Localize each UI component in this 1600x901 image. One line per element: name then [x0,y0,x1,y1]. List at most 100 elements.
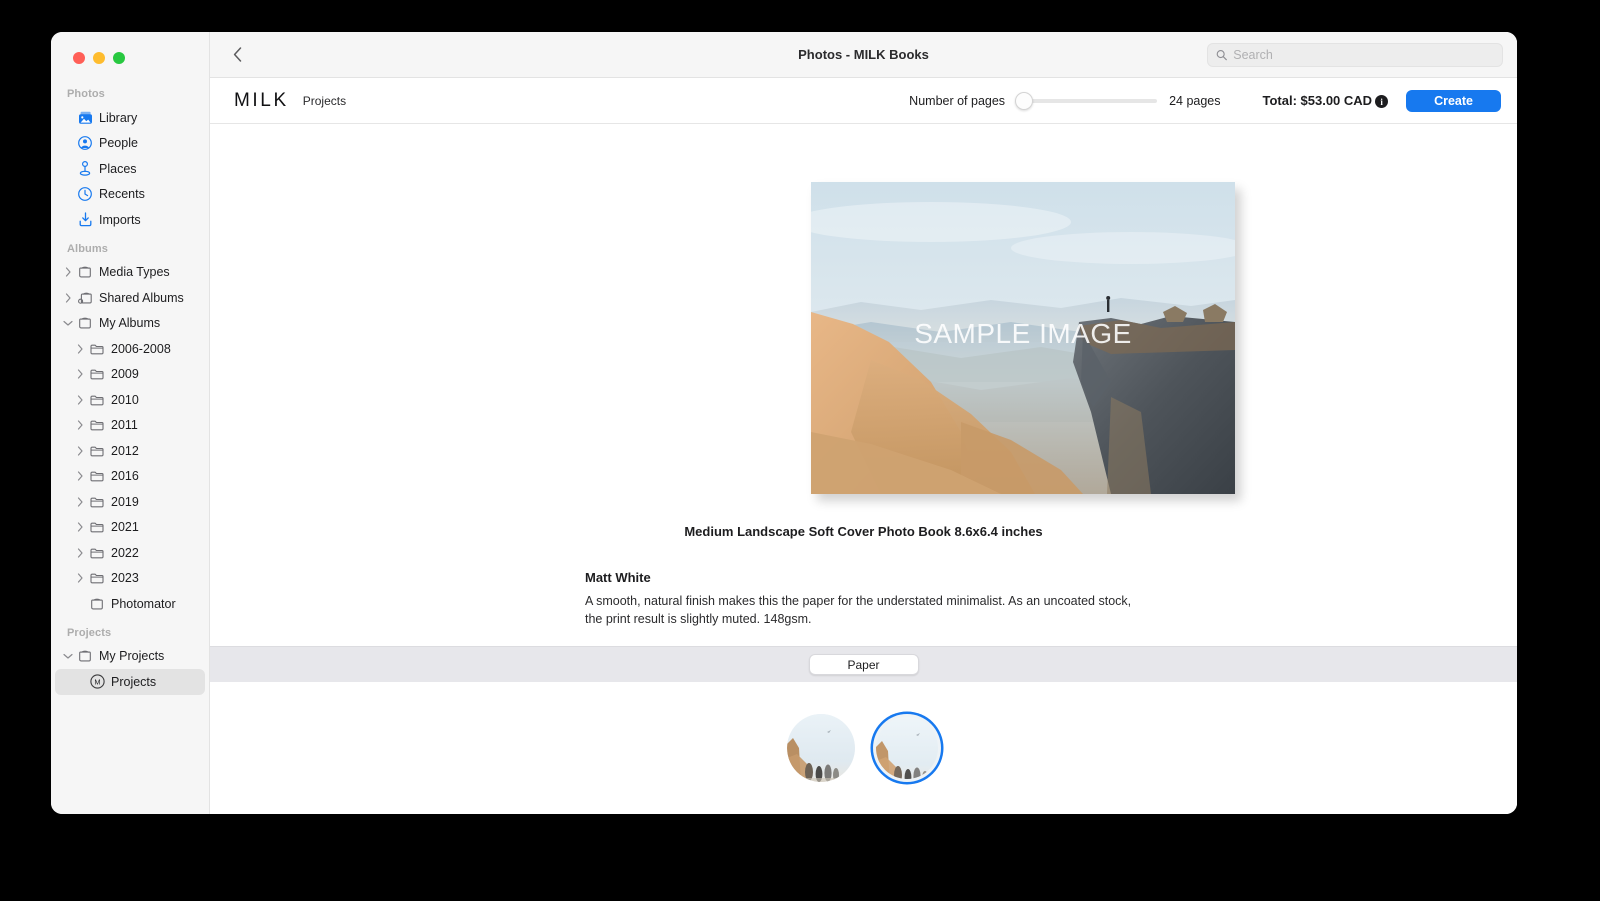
sidebar-item-2016[interactable]: 2016 [55,464,205,490]
folder-icon [90,395,104,406]
twisty-right-icon[interactable] [73,522,87,532]
sidebar-item-my-projects[interactable]: My Projects [55,644,205,670]
sidebar-section-header: Photos [67,88,105,100]
sidebar-item-2009[interactable]: 2009 [55,362,205,388]
sidebar-item-label: 2012 [111,443,139,458]
twisty-right-icon[interactable] [73,573,87,583]
sidebar-item-2010[interactable]: 2010 [55,387,205,413]
sidebar-item-people[interactable]: People [55,131,205,157]
twisty-right-icon[interactable] [61,293,75,303]
options-tab-bar: Paper [210,646,1517,682]
album-icon [79,317,91,329]
folder-icon [90,471,104,482]
sidebar-list: Photos Library People Places Recents Imports A… [51,78,209,695]
sidebar-item-label: Photomator [111,596,176,611]
folder-icon [87,496,107,508]
main-area: Photos - MILK Books MILK Projects Number… [210,32,1517,814]
sidebar-item-label: Recents [99,187,145,201]
chevron-down-icon [63,653,73,659]
book-title: Medium Landscape Soft Cover Photo Book 8… [684,524,1043,539]
folder-icon [90,522,104,533]
sidebar-item-label: 2016 [111,469,139,483]
sidebar-section-header: Albums [67,242,108,255]
slider-knob[interactable] [1015,91,1034,110]
recents-icon [75,187,95,202]
sidebar-item-label: 2006-2008 [111,341,171,356]
twisty-right-icon[interactable] [73,369,87,379]
imports-icon [75,212,95,227]
sidebar-item-imports[interactable]: Imports [55,207,205,233]
milk-m-icon: M [89,674,105,689]
twisty-right-icon[interactable] [73,420,87,430]
zoom-button[interactable] [113,52,125,64]
sidebar-item-photomator[interactable]: Photomator [55,591,205,617]
album-icon [91,598,103,610]
sidebar-item-shared-albums[interactable]: Shared Albums [55,285,205,311]
paper-swatch-1[interactable] [786,714,855,782]
search-field[interactable] [1207,42,1503,67]
twisty-right-icon[interactable] [73,548,87,558]
info-icon[interactable]: i [1375,95,1389,109]
chevron-right-icon [65,267,71,277]
people-icon [78,136,92,151]
sidebar-item-2023[interactable]: 2023 [55,566,205,592]
svg-text:M: M [94,678,100,687]
twisty-right-icon[interactable] [73,471,87,481]
product-preview-area: SAMPLE IMAGE Medium Landscape Soft Cover… [210,124,1517,646]
back-button[interactable] [224,42,250,68]
sidebar-item-label: 2009 [111,367,139,381]
beach-photo-icon [875,717,938,779]
paper-swatch-2[interactable] [872,714,941,782]
twisty-right-icon[interactable] [73,395,87,405]
twisty-down-icon[interactable] [61,320,75,327]
twisty-right-icon[interactable] [73,344,87,354]
paper-swatch-1-image [786,714,855,782]
chevron-right-icon [77,522,83,532]
twisty-right-icon[interactable] [73,446,87,456]
chevron-down-icon [63,320,73,326]
sidebar-item-library[interactable]: Library [55,105,205,131]
book-preview[interactable]: SAMPLE IMAGE [811,182,1235,494]
sidebar-item-2012[interactable]: 2012 [55,438,205,464]
album-icon [79,266,91,278]
library-icon [75,111,95,125]
album-icon [75,316,95,330]
sidebar-item-media-types[interactable]: Media Types [55,260,205,286]
sidebar-item-2011[interactable]: 2011 [55,413,205,439]
search-icon [1216,49,1227,60]
paper-swatch-2-image [875,717,938,779]
search-input[interactable] [1233,47,1494,62]
sidebar-item-my-albums[interactable]: My Albums [55,311,205,337]
sidebar-item-2019[interactable]: 2019 [55,489,205,515]
recents-icon [78,187,92,202]
album-icon [75,649,95,663]
minimize-button[interactable] [93,52,105,64]
twisty-right-icon[interactable] [61,267,75,277]
chevron-right-icon [65,293,71,303]
chevron-right-icon [77,420,83,430]
sidebar-item-recents[interactable]: Recents [55,182,205,208]
slider-track[interactable] [1015,98,1158,103]
folder-icon [90,344,104,355]
twisty-down-icon[interactable] [61,653,75,660]
chevron-left-icon [233,47,241,62]
create-button[interactable]: Create [1406,89,1501,112]
sidebar-item-label: Media Types [99,265,170,279]
chevron-right-icon [77,369,83,379]
sidebar-section-header: Projects [67,626,112,639]
sidebar-item-2022[interactable]: 2022 [55,540,205,566]
twisty-right-icon[interactable] [73,497,87,507]
sidebar-item-2021[interactable]: 2021 [55,515,205,541]
sidebar-item-label: Projects [111,674,157,689]
album-icon [75,265,95,279]
sidebar-item-places[interactable]: Places [55,156,205,182]
sidebar-item-projects[interactable]: M Projects [55,669,205,695]
folder-icon [90,548,104,559]
pages-slider[interactable] [1015,91,1158,110]
close-button[interactable] [73,52,85,64]
sidebar-item-2006-2008[interactable]: 2006-2008 [55,336,205,362]
folder-icon [87,470,107,482]
tab-paper[interactable]: Paper [808,654,919,675]
sidebar-item-label: My Projects [99,649,165,663]
beach-photo-icon [786,714,855,782]
